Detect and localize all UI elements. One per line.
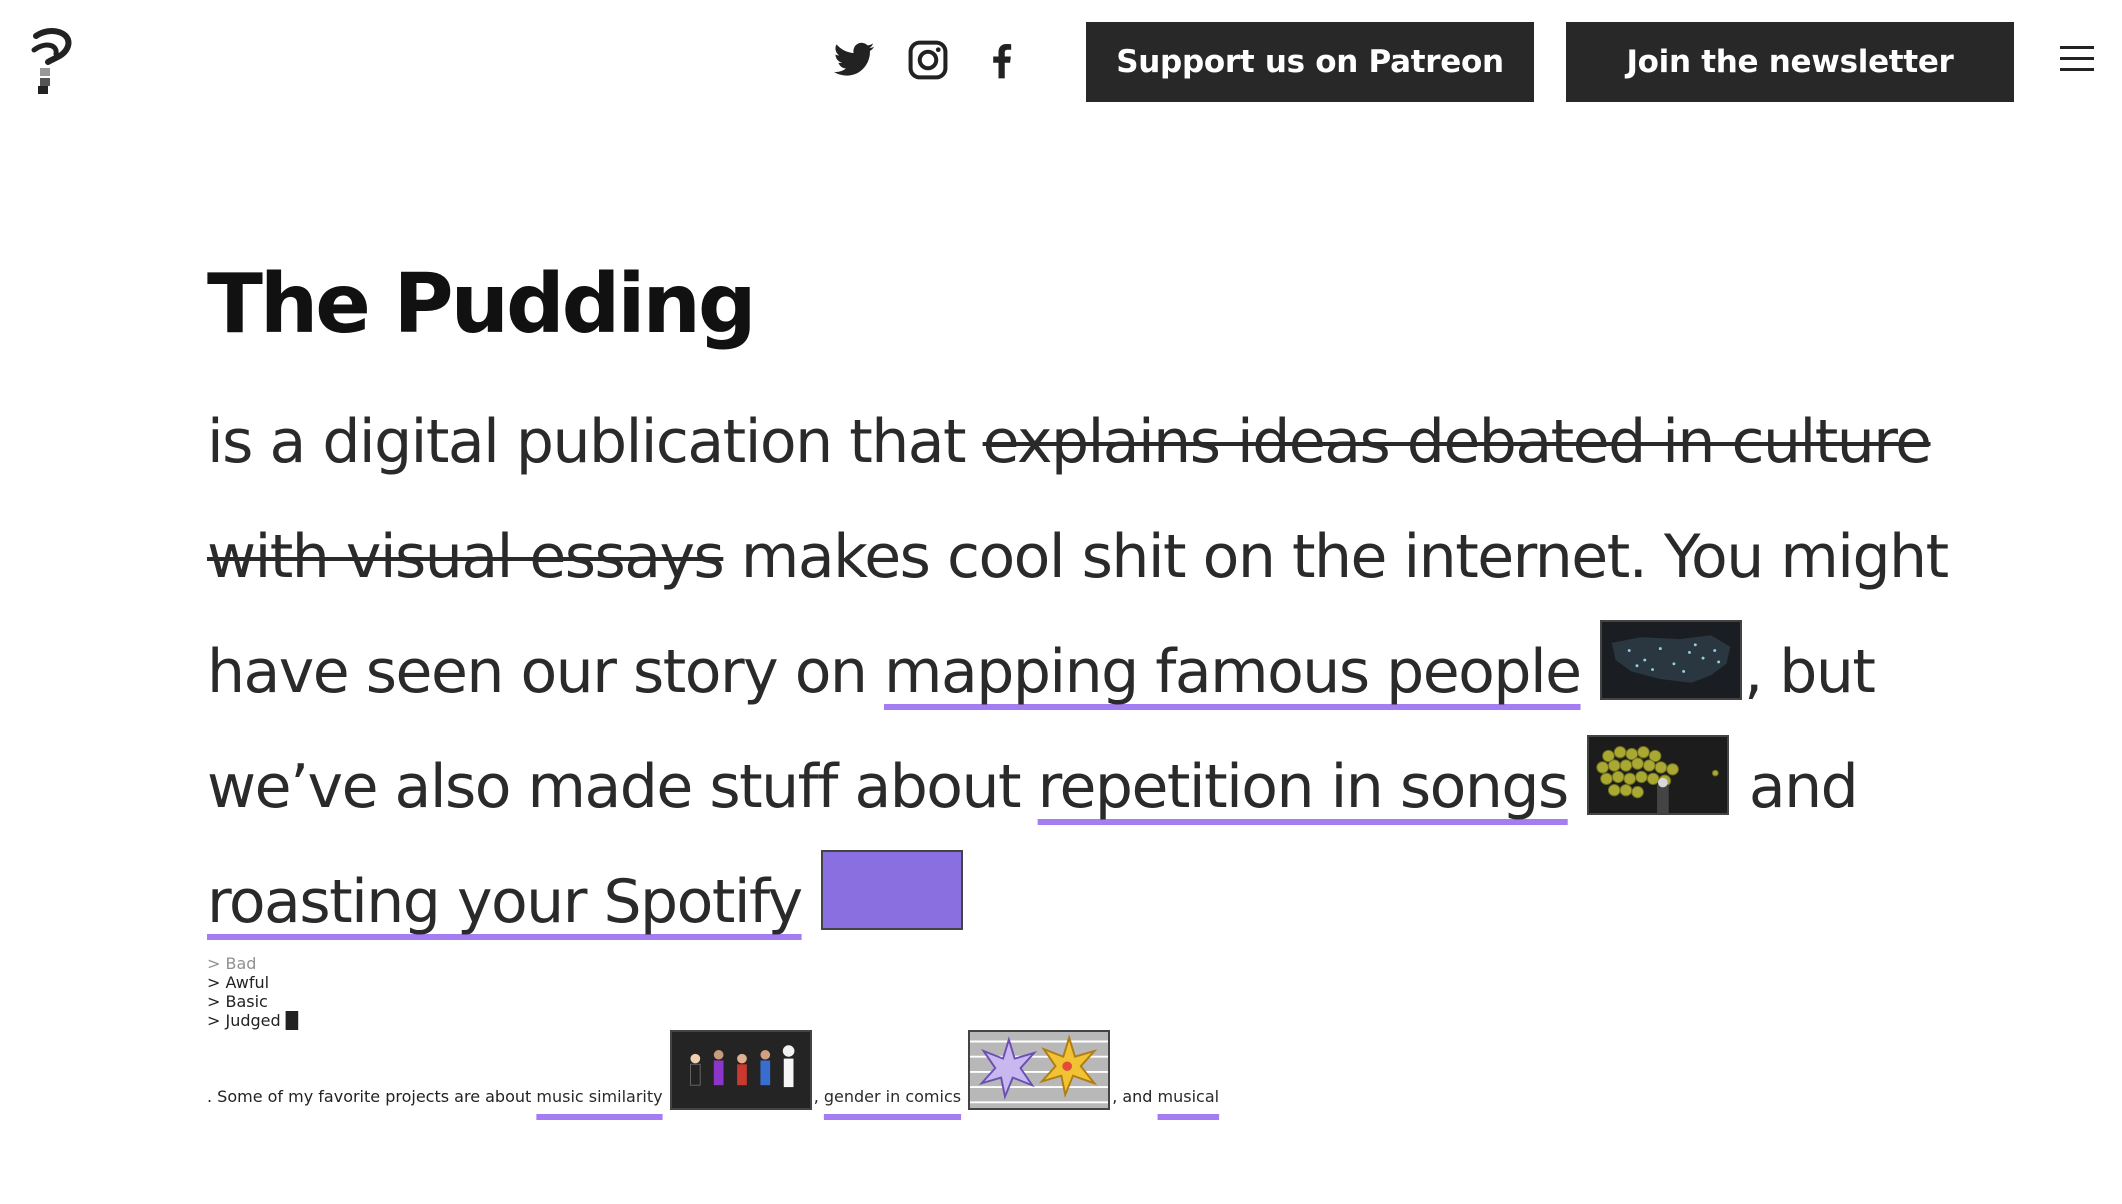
thumb-repetition-image[interactable] xyxy=(1587,735,1730,815)
link-musical[interactable]: musical xyxy=(1158,1087,1220,1106)
link-roasting-your-spotify[interactable]: roasting your Spotify xyxy=(207,867,803,937)
intro-text: is a digital publication that xyxy=(207,407,983,477)
intro-paragraph: is a digital publication that explains i… xyxy=(207,385,1957,960)
thumb-spotify-image[interactable] xyxy=(821,850,964,930)
thumb-gender-comics-image[interactable] xyxy=(968,1030,1111,1110)
link-gender-in-comics[interactable]: gender in comics xyxy=(824,1087,961,1106)
site-header: Support us on Patreon Join the newslette… xyxy=(0,0,2122,130)
body-text-3: and xyxy=(1748,752,1859,822)
main-content: The Pudding is a digital publication tha… xyxy=(207,255,1967,1126)
spotify-thumb-line-2: > Awful xyxy=(207,973,270,992)
link-music-similarity[interactable]: music similarity xyxy=(536,1087,662,1106)
newsletter-button[interactable]: Join the newsletter xyxy=(1566,22,2014,102)
body-text-4: . Some of my favorite projects are about xyxy=(207,1087,537,1106)
spotify-thumb-line-3: > Basic xyxy=(207,992,268,1011)
body-text-5: , xyxy=(813,1087,824,1106)
thumb-us-map-image[interactable] xyxy=(1600,620,1743,700)
pudding-logo-icon[interactable] xyxy=(28,28,76,98)
instagram-icon[interactable] xyxy=(906,38,950,82)
hamburger-menu-icon[interactable] xyxy=(2060,46,2094,72)
link-repetition-in-songs[interactable]: repetition in songs xyxy=(1038,752,1570,822)
page-title: The Pudding xyxy=(207,257,757,352)
spotify-thumb-line-1: > Bad xyxy=(207,954,257,973)
thumb-music-similarity-image[interactable] xyxy=(669,1030,812,1110)
spotify-thumb-line-4: > Judged █ xyxy=(207,1011,299,1030)
twitter-icon[interactable] xyxy=(832,38,876,82)
facebook-icon[interactable] xyxy=(980,38,1024,82)
link-mapping-famous-people[interactable]: mapping famous people xyxy=(884,637,1582,707)
patreon-button[interactable]: Support us on Patreon xyxy=(1086,22,1534,102)
body-text-6: , and xyxy=(1112,1087,1158,1106)
